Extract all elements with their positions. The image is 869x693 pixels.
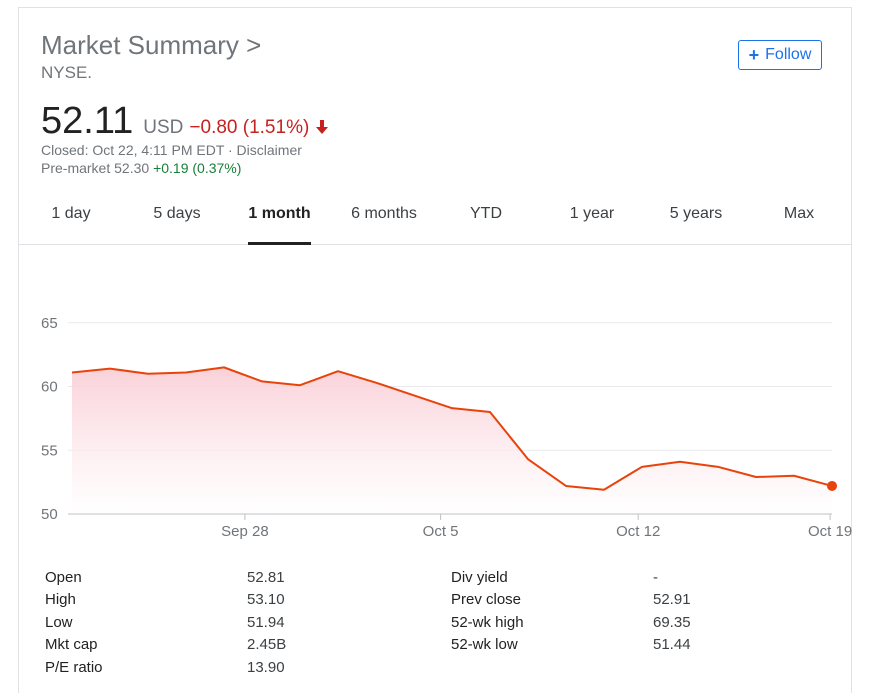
price-area-fill (72, 367, 832, 514)
y-tick-label: 65 (41, 315, 58, 332)
last-price-point[interactable] (827, 480, 837, 491)
stat-label: Open (45, 569, 82, 586)
x-tick-label: Sep 28 (221, 523, 269, 540)
stat-value: 53.10 (247, 591, 285, 609)
stat-label: P/E ratio (45, 658, 103, 676)
stat-value: 51.44 (653, 636, 691, 654)
stat-value: 69.35 (653, 613, 691, 631)
stat-value: 13.90 (247, 658, 285, 676)
stat-label: High (45, 591, 76, 609)
x-tick-label: Oct 5 (423, 523, 459, 540)
stat-value: - (653, 569, 658, 586)
y-tick-label: 50 (41, 506, 58, 523)
stat-label: Low (45, 613, 73, 631)
stat-label: Mkt cap (45, 636, 98, 654)
stat-label: 52-wk high (451, 613, 524, 631)
y-tick-label: 60 (41, 379, 58, 396)
stat-label: Div yield (451, 569, 508, 586)
stat-label: Prev close (451, 591, 522, 609)
market-summary-card: Market Summary > NYSE. + Follow 52.11 US… (18, 7, 852, 693)
price-chart: 50 55 60 65 Sep 28 Oct 5 Oct 12 Oct 19 (41, 315, 852, 540)
stat-label: 52-wk low (451, 636, 518, 654)
stat-value: 52.81 (247, 569, 285, 586)
x-tick-label: Oct 12 (616, 523, 660, 540)
stat-value: 52.91 (653, 591, 691, 609)
y-tick-label: 55 (41, 442, 58, 459)
stat-value: 51.94 (247, 613, 285, 631)
stat-value: 2.45B (247, 636, 287, 654)
x-tick-label: Oct 19 (808, 523, 852, 540)
